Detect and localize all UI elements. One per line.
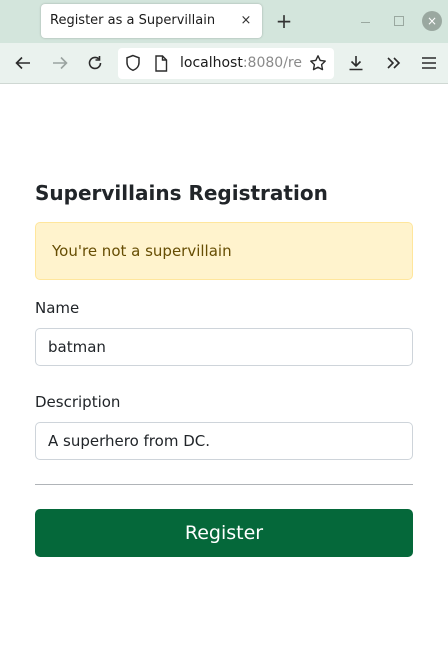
page-title: Supervillains Registration: [35, 181, 328, 205]
form-divider: [35, 484, 413, 485]
forward-arrow-icon[interactable]: [49, 52, 71, 74]
minimize-window-icon[interactable]: [357, 12, 375, 30]
hamburger-menu-icon[interactable]: [418, 52, 440, 74]
back-arrow-icon[interactable]: [12, 52, 34, 74]
active-tab[interactable]: Register as a Supervillain ×: [41, 4, 262, 38]
alert-message: You're not a supervillain: [52, 242, 232, 260]
new-tab-icon[interactable]: +: [274, 11, 294, 31]
tab-strip: Register as a Supervillain × + ×: [0, 0, 448, 43]
url-path: :8080/re: [242, 55, 302, 71]
name-label: Name: [35, 299, 80, 317]
navigation-toolbar: localhost:8080/re: [0, 43, 448, 84]
url-text[interactable]: localhost:8080/re: [180, 48, 302, 79]
name-input[interactable]: [35, 328, 413, 366]
shield-icon[interactable]: [122, 52, 144, 74]
description-input[interactable]: [35, 422, 413, 460]
overflow-chevrons-icon[interactable]: [382, 52, 404, 74]
close-tab-icon[interactable]: ×: [238, 13, 254, 29]
star-icon[interactable]: [307, 52, 329, 74]
url-bar[interactable]: localhost:8080/re: [118, 48, 334, 79]
reload-icon[interactable]: [84, 52, 106, 74]
register-button[interactable]: Register: [35, 509, 413, 557]
url-host: localhost: [180, 55, 243, 71]
warning-alert: You're not a supervillain: [35, 222, 413, 280]
close-window-icon[interactable]: ×: [422, 11, 442, 31]
maximize-window-icon[interactable]: [390, 12, 408, 30]
download-icon[interactable]: [345, 52, 367, 74]
page-icon[interactable]: [150, 52, 172, 74]
tab-title: Register as a Supervillain: [50, 13, 216, 28]
description-label: Description: [35, 393, 121, 411]
